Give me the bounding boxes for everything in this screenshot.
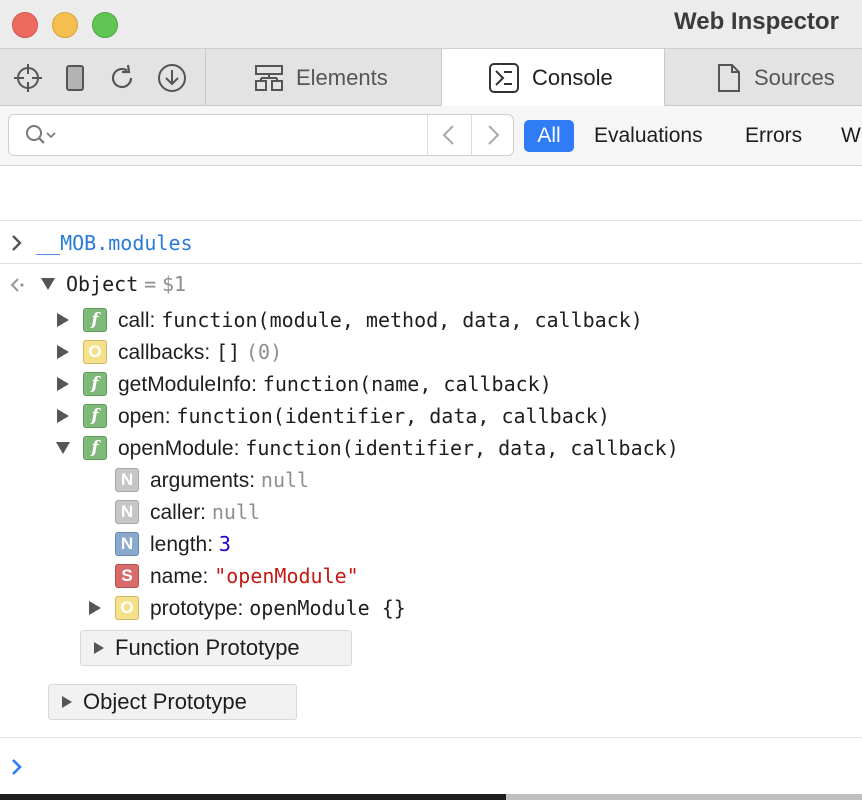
property-row[interactable]: openModule: function(identifier, data, c… <box>118 436 679 461</box>
disclosure-expanded-icon[interactable] <box>55 441 70 455</box>
property-row[interactable]: callbacks: [] (0) <box>118 340 282 365</box>
property-row[interactable]: call: function(module, method, data, cal… <box>118 308 643 333</box>
result-object[interactable]: Object = $1 <box>66 272 186 297</box>
property-value: "openModule" <box>214 564 359 588</box>
search-icon <box>25 124 59 151</box>
zoom-window-button[interactable] <box>92 12 118 38</box>
tab-elements[interactable]: Elements <box>206 49 441 106</box>
disclosure-collapsed-icon[interactable] <box>56 312 70 327</box>
property-value: function(module, method, data, callback) <box>161 308 643 332</box>
filter-evaluations-button[interactable]: Evaluations <box>594 120 703 152</box>
tab-sources-label: Sources <box>754 64 835 90</box>
divider <box>0 263 862 264</box>
object-prototype-button[interactable]: Object Prototype <box>48 684 297 720</box>
object-badge-icon: O <box>115 596 139 620</box>
number-badge-icon: N <box>115 532 139 556</box>
window-bottom-edge <box>506 794 862 800</box>
disclosure-expanded-icon[interactable] <box>40 277 55 291</box>
null-badge-icon: N <box>115 468 139 492</box>
property-name: name: <box>150 565 209 588</box>
tab-console[interactable]: Console <box>441 49 665 107</box>
property-name: call: <box>118 309 156 332</box>
chevron-right-icon <box>10 234 24 257</box>
tab-elements-label: Elements <box>296 64 388 90</box>
disclosure-collapsed-icon <box>93 635 105 661</box>
search-divider <box>427 115 428 155</box>
property-row[interactable]: caller: null <box>150 500 260 525</box>
property-name: getModuleInfo: <box>118 373 257 396</box>
property-row[interactable]: name: "openModule" <box>150 564 359 589</box>
filter-all-button[interactable]: All <box>524 120 574 152</box>
result-arrow-icon <box>8 277 26 298</box>
search-input[interactable] <box>8 114 514 156</box>
property-name: prototype: <box>150 597 244 620</box>
property-value: [] <box>216 340 241 364</box>
console-icon <box>488 62 520 94</box>
function-badge-icon: f <box>83 404 107 428</box>
target-icon[interactable] <box>13 63 43 93</box>
filter-errors-button[interactable]: Errors <box>745 120 802 152</box>
property-value: function(name, callback) <box>262 372 552 396</box>
filter-warnings-button[interactable]: W <box>841 120 861 152</box>
reload-icon[interactable] <box>107 63 137 93</box>
disclosure-collapsed-icon[interactable] <box>56 344 70 359</box>
property-row[interactable]: prototype: openModule {} <box>150 596 406 621</box>
object-badge-icon: O <box>83 340 107 364</box>
property-value: null <box>260 468 310 492</box>
elements-icon <box>254 63 284 93</box>
divider <box>0 737 862 738</box>
disclosure-collapsed-icon[interactable] <box>88 600 102 615</box>
disclosure-collapsed-icon[interactable] <box>56 376 70 391</box>
document-icon <box>716 63 742 93</box>
property-value: 3 <box>218 532 231 556</box>
close-window-button[interactable] <box>12 12 38 38</box>
function-badge-icon: f <box>83 372 107 396</box>
function-prototype-label: Function Prototype <box>115 635 300 660</box>
divider <box>0 220 862 221</box>
property-row[interactable]: arguments: null <box>150 468 309 493</box>
nav-divider <box>471 115 472 155</box>
chevron-right-icon[interactable] <box>483 124 503 151</box>
title-bar: Web Inspector <box>0 0 862 48</box>
result-equals: = <box>144 272 157 296</box>
string-badge-icon: S <box>115 564 139 588</box>
property-value: function(identifier, data, callback) <box>245 436 679 460</box>
disclosure-collapsed-icon[interactable] <box>56 408 70 423</box>
property-row[interactable]: getModuleInfo: function(name, callback) <box>118 372 552 397</box>
property-row[interactable]: open: function(identifier, data, callbac… <box>118 404 610 429</box>
null-badge-icon: N <box>115 500 139 524</box>
function-badge-icon: f <box>83 436 107 460</box>
chevron-left-icon[interactable] <box>439 124 459 151</box>
disclosure-collapsed-icon <box>61 689 73 715</box>
window-title: Web Inspector <box>674 8 839 35</box>
property-name: caller: <box>150 501 207 524</box>
tab-bar: Elements Console Sources <box>0 48 862 107</box>
property-name: openModule: <box>118 437 240 460</box>
console-command[interactable]: __MOB.modules <box>36 231 193 255</box>
result-ref: $1 <box>161 272 187 296</box>
property-value: null <box>211 500 261 524</box>
result-label: Object <box>66 272 139 296</box>
device-icon[interactable] <box>60 63 90 93</box>
property-name: arguments: <box>150 469 256 492</box>
property-value: function(identifier, data, callback) <box>176 404 610 428</box>
console-prompt-icon[interactable] <box>10 758 24 781</box>
property-name: callbacks: <box>118 341 211 364</box>
tab-sources[interactable]: Sources <box>666 49 862 106</box>
function-badge-icon: f <box>83 308 107 332</box>
property-value: openModule {} <box>249 596 406 620</box>
window-bottom-edge <box>0 794 506 800</box>
filter-bar: All Evaluations Errors W <box>0 106 862 166</box>
function-prototype-button[interactable]: Function Prototype <box>80 630 352 666</box>
property-name: open: <box>118 405 171 428</box>
property-row[interactable]: length: 3 <box>150 532 231 557</box>
download-icon[interactable] <box>157 63 187 93</box>
minimize-window-button[interactable] <box>52 12 78 38</box>
property-name: length: <box>150 533 214 556</box>
tab-console-label: Console <box>532 65 613 90</box>
property-count: (0) <box>245 340 283 364</box>
object-prototype-label: Object Prototype <box>83 689 247 714</box>
